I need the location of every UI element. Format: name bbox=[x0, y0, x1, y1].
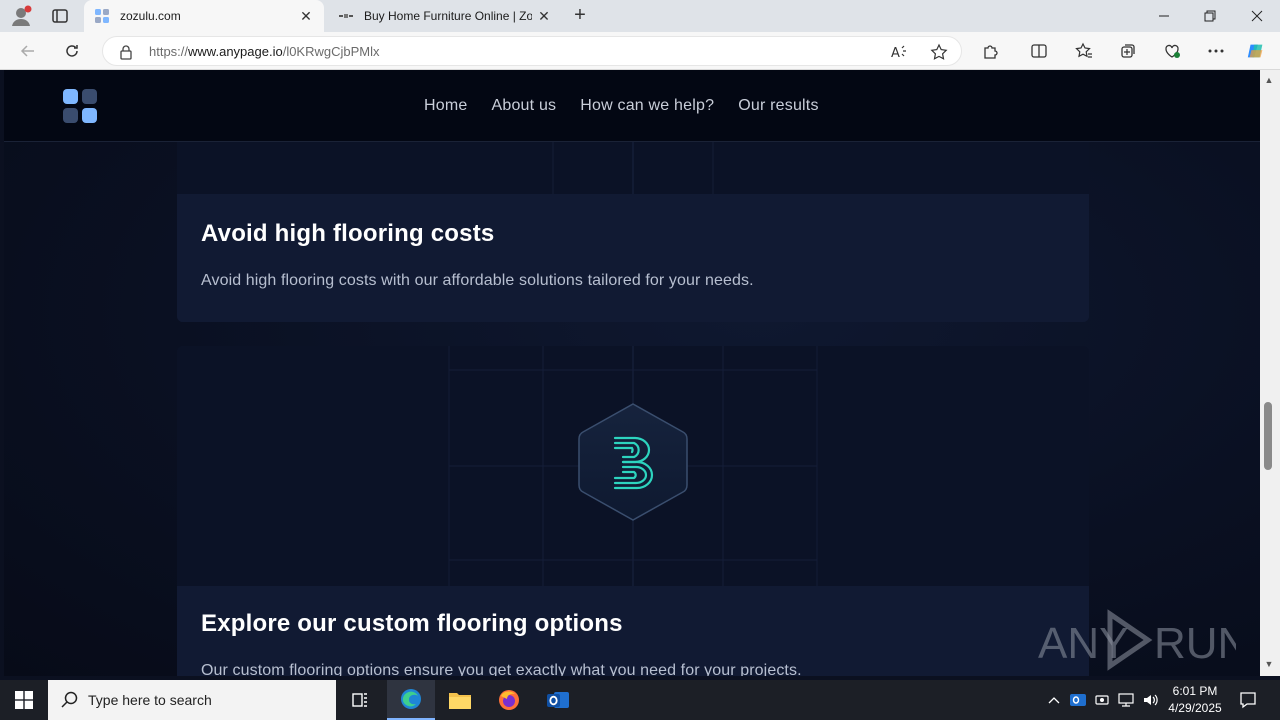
card-body: Avoid high flooring costs Avoid high flo… bbox=[177, 194, 1089, 322]
volume-icon[interactable] bbox=[1140, 680, 1160, 720]
favorites-icon[interactable] bbox=[1074, 41, 1094, 61]
card-title: Avoid high flooring costs bbox=[201, 220, 495, 247]
collections-icon[interactable] bbox=[1118, 41, 1138, 61]
firefox-icon[interactable] bbox=[485, 680, 533, 720]
refresh-icon[interactable] bbox=[60, 39, 84, 63]
card-title: Explore our custom flooring options bbox=[201, 610, 623, 637]
scroll-up-icon[interactable]: ▲ bbox=[1263, 74, 1275, 86]
show-hidden-icons-icon[interactable] bbox=[1044, 680, 1064, 720]
restore-icon[interactable] bbox=[1187, 0, 1233, 32]
nav-link-about[interactable]: About us bbox=[491, 97, 556, 115]
site-favicon-icon bbox=[338, 8, 354, 24]
extensions-icon[interactable] bbox=[981, 41, 1001, 61]
site-favicon-icon bbox=[94, 8, 110, 24]
feature-card-custom-options: Explore our custom flooring options Our … bbox=[177, 346, 1089, 676]
card-hero bbox=[177, 346, 1089, 586]
site-header: Home About us How can we help? Our resul… bbox=[4, 70, 1260, 142]
page-viewport: Avoid high flooring costs Avoid high flo… bbox=[4, 70, 1260, 676]
close-window-icon[interactable] bbox=[1234, 0, 1280, 32]
nav-link-home[interactable]: Home bbox=[424, 97, 467, 115]
tab-close-icon[interactable]: ✕ bbox=[532, 4, 556, 28]
search-icon bbox=[60, 690, 80, 710]
nav-link-help[interactable]: How can we help? bbox=[580, 97, 714, 115]
tab-zozulu[interactable]: zozulu.com ✕ bbox=[84, 0, 324, 32]
network-status-icon[interactable] bbox=[1092, 680, 1112, 720]
back-icon[interactable] bbox=[16, 39, 40, 63]
windows-taskbar: Type here to search 6:01 PM 4/29/2025 bbox=[0, 680, 1280, 720]
url-text[interactable]: https://www.anypage.io/l0KRwgCjbPMlx bbox=[149, 44, 380, 59]
tab-title: zozulu.com bbox=[120, 9, 181, 23]
page-scrollbar[interactable]: ▲ ▼ bbox=[1260, 70, 1280, 676]
watermark-right: RUN bbox=[1154, 619, 1236, 668]
lock-icon[interactable] bbox=[119, 44, 133, 60]
browser-tab-bar: zozulu.com ✕ Buy Home Furniture Online |… bbox=[0, 0, 1280, 32]
clock-time: 6:01 PM bbox=[1172, 684, 1218, 698]
browser-essentials-icon[interactable] bbox=[1162, 41, 1182, 61]
site-logo-icon[interactable] bbox=[63, 89, 99, 125]
site-nav-menu: Home About us How can we help? Our resul… bbox=[424, 70, 819, 142]
ethernet-icon[interactable] bbox=[1116, 680, 1136, 720]
file-explorer-icon[interactable] bbox=[436, 680, 484, 720]
url-bar[interactable]: https://www.anypage.io/l0KRwgCjbPMlx A bbox=[102, 36, 962, 66]
tab-furniture[interactable]: Buy Home Furniture Online | Zoz ✕ bbox=[328, 0, 562, 32]
tab-close-icon[interactable]: ✕ bbox=[294, 4, 318, 28]
outlook-icon[interactable] bbox=[534, 680, 582, 720]
minimize-icon[interactable] bbox=[1141, 0, 1187, 32]
split-screen-icon[interactable] bbox=[1029, 41, 1049, 61]
new-tab-icon[interactable]: + bbox=[568, 4, 592, 28]
edge-app-icon[interactable] bbox=[387, 680, 435, 720]
profile-icon[interactable] bbox=[10, 5, 32, 27]
taskbar-search-box[interactable]: Type here to search bbox=[48, 680, 336, 720]
taskbar-clock[interactable]: 6:01 PM 4/29/2025 bbox=[1160, 683, 1230, 717]
card-text: Avoid high flooring costs with our affor… bbox=[201, 272, 754, 289]
notifications-icon[interactable] bbox=[1236, 680, 1260, 720]
more-options-icon[interactable] bbox=[1206, 41, 1226, 61]
search-placeholder: Type here to search bbox=[88, 692, 212, 708]
svg-text:A: A bbox=[891, 46, 900, 61]
hexagon-badge-icon bbox=[577, 402, 689, 522]
favorite-star-icon[interactable] bbox=[929, 42, 949, 62]
scroll-down-icon[interactable]: ▼ bbox=[1263, 658, 1275, 670]
windows-start-icon[interactable] bbox=[0, 680, 48, 720]
copilot-icon[interactable] bbox=[1246, 41, 1266, 61]
outlook-tray-icon[interactable] bbox=[1068, 680, 1088, 720]
task-view-icon[interactable] bbox=[336, 680, 384, 720]
scrollbar-thumb[interactable] bbox=[1264, 402, 1272, 470]
anyrun-watermark: ANY RUN bbox=[1036, 608, 1249, 671]
nav-link-results[interactable]: Our results bbox=[738, 97, 818, 115]
clock-date: 4/29/2025 bbox=[1168, 701, 1222, 715]
card-text: Our custom flooring options ensure you g… bbox=[201, 662, 802, 676]
address-toolbar: https://www.anypage.io/l0KRwgCjbPMlx A bbox=[0, 32, 1280, 70]
tab-title: Buy Home Furniture Online | Zoz bbox=[364, 9, 532, 23]
tab-actions-icon[interactable] bbox=[50, 6, 70, 26]
read-aloud-icon[interactable]: A bbox=[889, 42, 909, 62]
